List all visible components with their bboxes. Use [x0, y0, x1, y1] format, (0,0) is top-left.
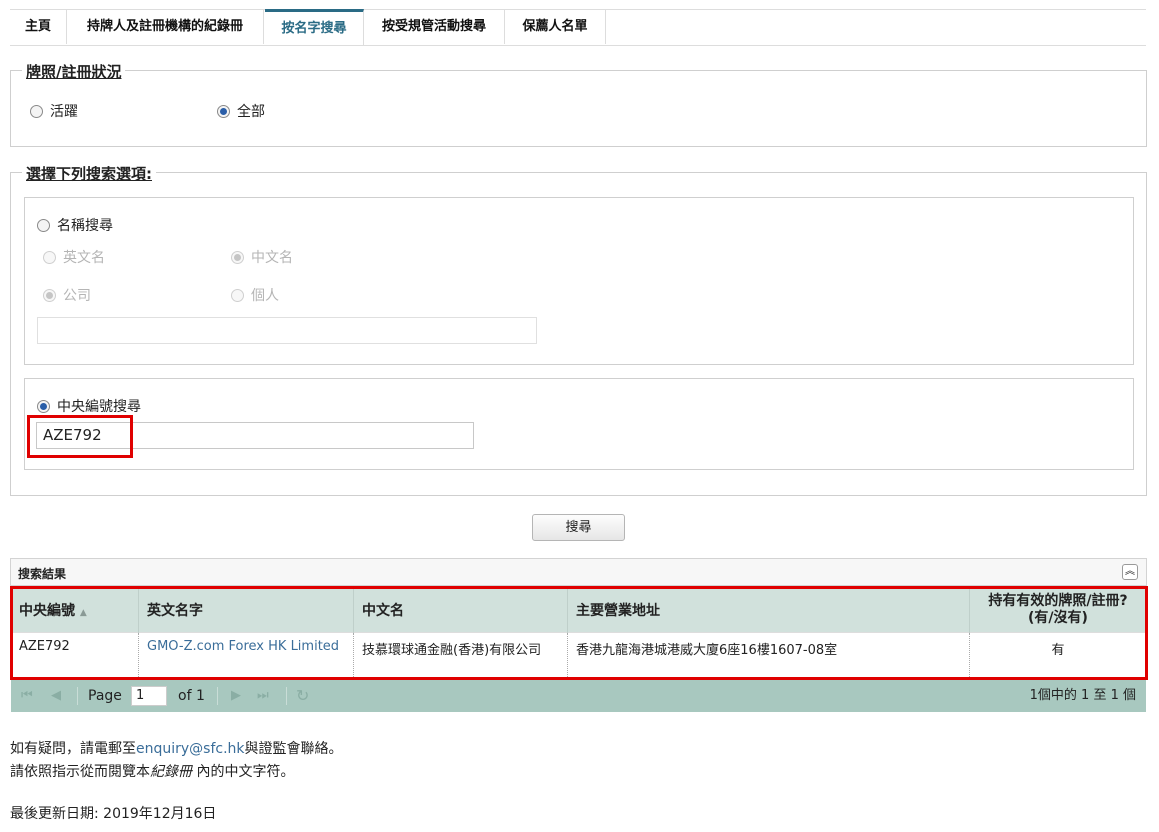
radio-english-name[interactable]: 英文名	[43, 247, 105, 267]
radio-selected-icon	[37, 399, 50, 413]
email-link[interactable]: enquiry@sfc.hk	[136, 741, 245, 757]
radio-circle-icon	[231, 288, 244, 302]
individual-label: 個人	[251, 288, 279, 304]
register-italic: 紀錄冊	[150, 764, 192, 780]
column-header-chinese-name[interactable]: 中文名	[353, 588, 568, 633]
page-number-input[interactable]: 1	[131, 686, 167, 706]
name-search-input[interactable]	[37, 317, 537, 344]
sort-asc-icon: ▲	[79, 608, 87, 618]
column-header-central-number[interactable]: 中央編號 ▲	[11, 588, 139, 633]
column-header-address[interactable]: 主要營業地址	[567, 588, 970, 633]
radio-circle-icon	[30, 104, 43, 118]
license-status-legend: 牌照/註冊狀況	[22, 61, 126, 82]
radio-central-search[interactable]: 中央編號搜尋	[37, 396, 141, 416]
radio-circle-icon	[43, 250, 56, 264]
tab-search-by-activity[interactable]: 按受規管活動搜尋	[364, 10, 505, 44]
radio-all[interactable]: 全部	[217, 101, 265, 121]
radio-all-label: 全部	[237, 104, 265, 120]
name-search-label: 名稱搜尋	[57, 218, 113, 234]
results-table: 中央編號 ▲ 英文名字 中文名 主要營業地址 持有有效的牌照/註冊? (有/沒有)…	[11, 588, 1146, 679]
chinese-name-label: 中文名	[251, 250, 293, 266]
page-label: Page	[88, 688, 122, 704]
column-header-valid-license[interactable]: 持有有效的牌照/註冊? (有/沒有)	[969, 588, 1146, 633]
central-number-input[interactable]: AZE792	[36, 422, 474, 449]
tab-bar: 主頁 持牌人及註冊機構的紀錄冊 按名字搜尋 按受規管活動搜尋 保薦人名單	[10, 9, 1146, 46]
cell-valid-license: 有	[969, 632, 1146, 679]
first-page-icon[interactable]: ⏮	[21, 680, 33, 712]
radio-chinese-name[interactable]: 中文名	[231, 247, 293, 267]
radio-selected-icon	[43, 288, 56, 302]
radio-active[interactable]: 活躍	[30, 101, 78, 121]
column-header-english-name[interactable]: 英文名字	[138, 588, 354, 633]
search-button[interactable]: 搜尋	[532, 514, 625, 541]
company-label: 公司	[63, 288, 91, 304]
license-status-fieldset	[10, 70, 1147, 147]
tab-sponsor-list[interactable]: 保薦人名單	[505, 10, 606, 44]
search-options-legend: 選擇下列搜索選項:	[22, 163, 156, 184]
radio-individual[interactable]: 個人	[231, 285, 279, 305]
results-title: 搜索結果	[18, 567, 67, 581]
tab-home[interactable]: 主頁	[10, 10, 67, 44]
radio-selected-icon	[231, 250, 244, 264]
pager: ⏮ ◀ Page 1 of 1 ▶ ⏭ ↻ 1個中的 1 至 1 個	[11, 680, 1146, 712]
central-search-label: 中央編號搜尋	[57, 399, 141, 415]
radio-company[interactable]: 公司	[43, 285, 91, 305]
english-name-label: 英文名	[63, 250, 105, 266]
cell-chinese-name: 技慕環球通金融(香港)有限公司	[353, 632, 568, 679]
last-page-icon[interactable]: ⏭	[257, 680, 269, 712]
radio-active-label: 活躍	[50, 104, 78, 120]
refresh-icon[interactable]: ↻	[296, 680, 309, 712]
radio-circle-icon	[37, 218, 50, 232]
table-row[interactable]: AZE792 GMO-Z.com Forex HK Limited 技慕環球通金…	[11, 632, 1146, 679]
radio-selected-icon	[217, 104, 230, 118]
cell-english-name[interactable]: GMO-Z.com Forex HK Limited	[138, 632, 354, 679]
next-page-icon[interactable]: ▶	[231, 680, 241, 712]
instruction-line: 請依照指示從而閱覽本紀錄冊 內的中文字符。	[10, 764, 295, 780]
pager-summary: 1個中的 1 至 1 個	[1029, 688, 1136, 703]
collapse-icon[interactable]: ︽	[1122, 564, 1138, 580]
radio-name-search[interactable]: 名稱搜尋	[37, 215, 113, 235]
page-count-label: of 1	[178, 688, 205, 704]
contact-line: 如有疑問，請電郵至enquiry@sfc.hk與證監會聯絡。	[10, 741, 343, 757]
tab-search-by-name[interactable]: 按名字搜尋	[265, 9, 364, 45]
tab-register[interactable]: 持牌人及註冊機構的紀錄冊	[67, 10, 264, 44]
cell-central-number: AZE792	[11, 632, 139, 679]
results-header: 搜索結果 ︽	[10, 558, 1147, 586]
last-updated: 最後更新日期: 2019年12月16日	[10, 806, 217, 822]
cell-address: 香港九龍海港城港威大廈6座16樓1607-08室	[567, 632, 970, 679]
prev-page-icon[interactable]: ◀	[51, 680, 61, 712]
english-name-link[interactable]: GMO-Z.com Forex HK Limited	[147, 639, 339, 654]
